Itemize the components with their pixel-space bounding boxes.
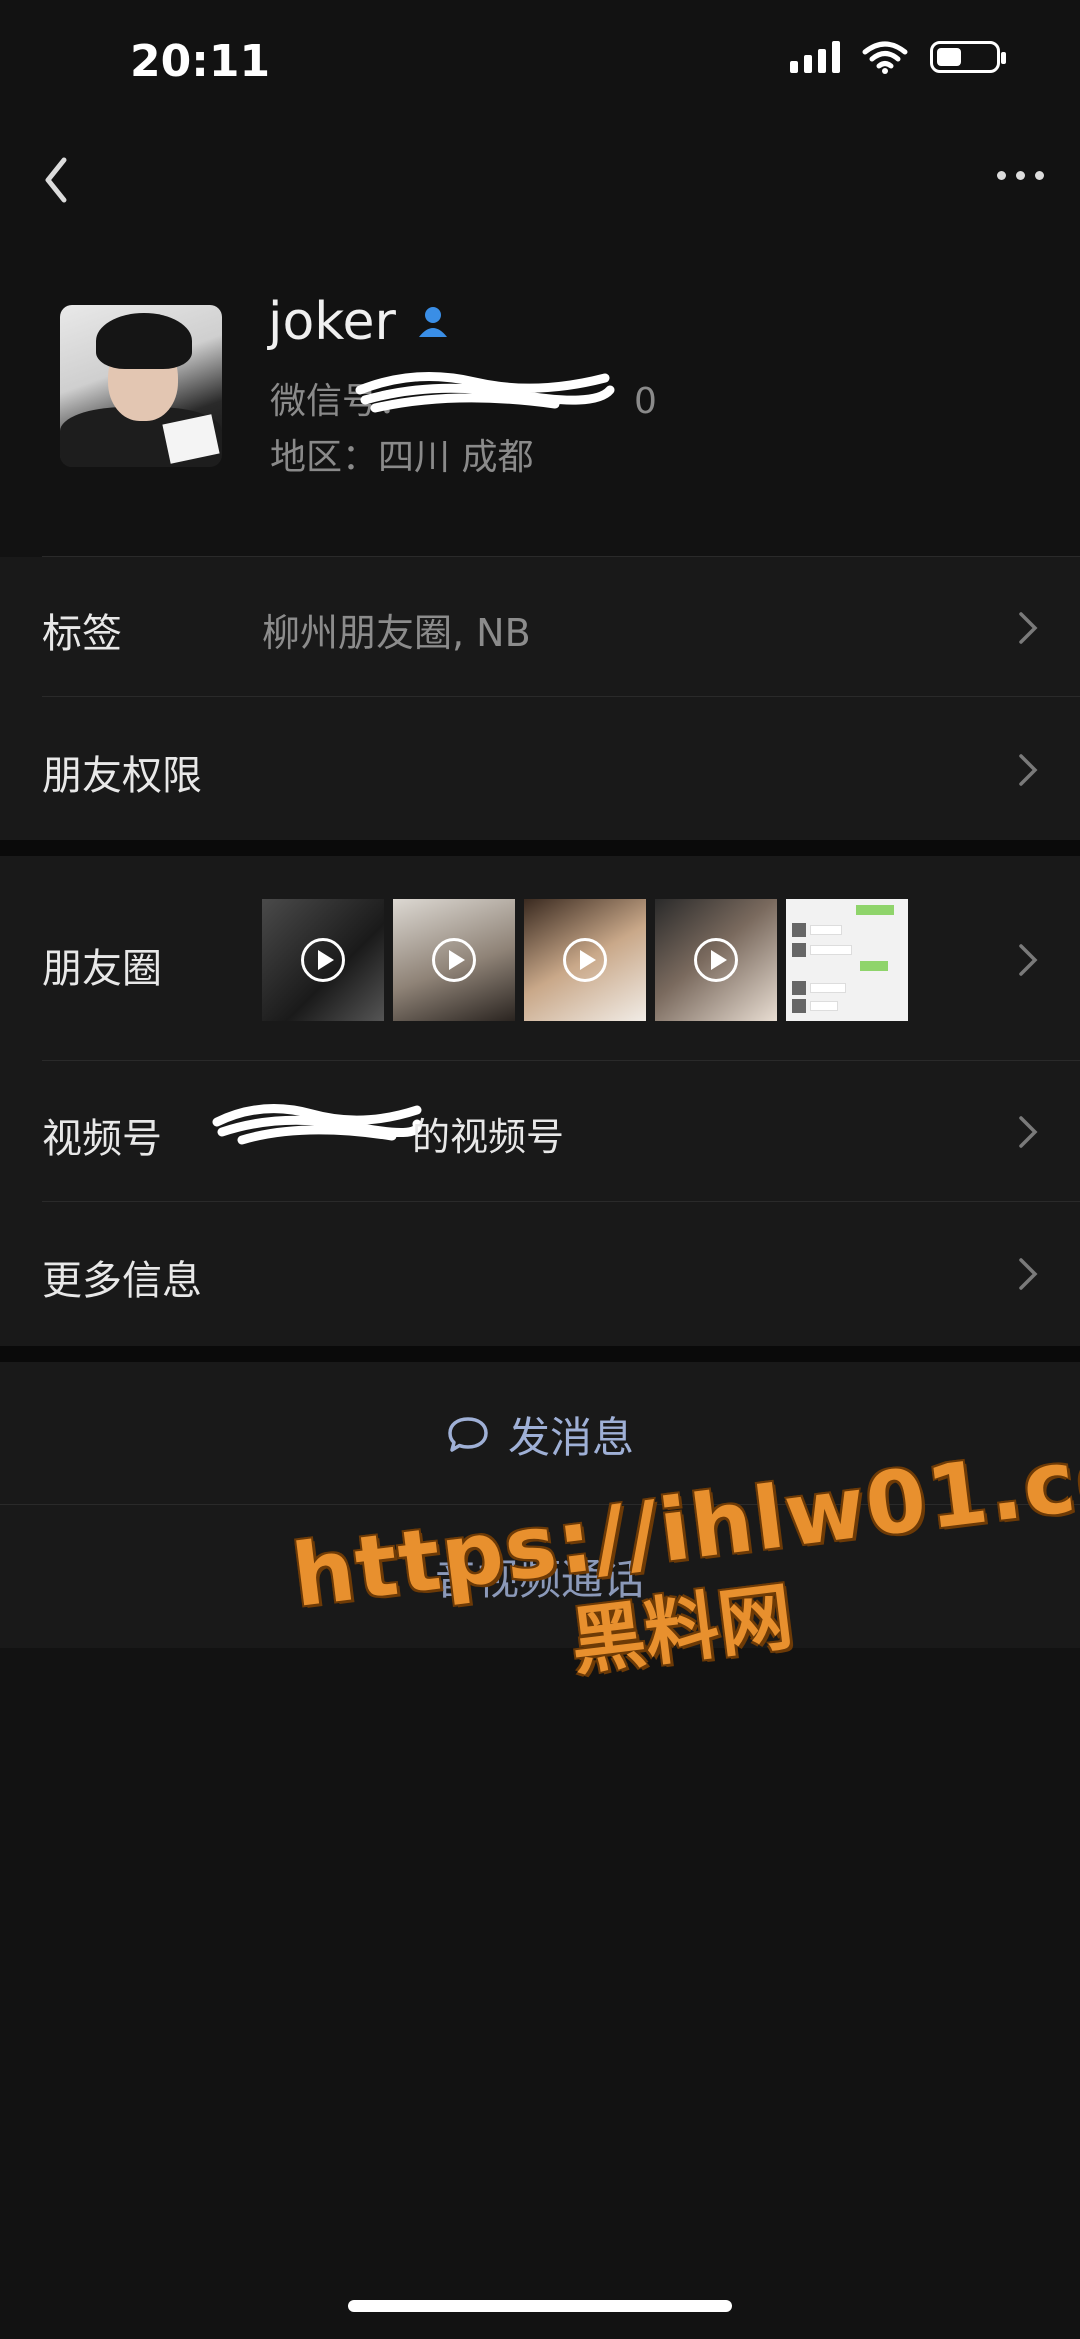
home-indicator[interactable] [348,2300,732,2312]
play-icon [301,938,345,982]
chevron-right-icon [1019,944,1038,976]
tags-label: 标签 [42,611,122,657]
moment-thumb [655,899,777,1021]
chevron-right-icon [1019,1258,1038,1290]
play-icon [694,938,738,982]
moment-thumb [524,899,646,1021]
profile-name-row: joker [268,292,452,352]
channels-label: 视频号 [42,1116,162,1162]
chevron-right-icon [1019,612,1038,644]
play-icon [432,938,476,982]
tags-value: 柳州朋友圈, NB [262,611,531,655]
more-info-label: 更多信息 [42,1258,202,1304]
send-message-label: 发消息 [507,1413,634,1462]
redaction-scribble [212,1104,422,1145]
back-icon[interactable] [34,150,94,210]
signal-icon [790,41,840,73]
section-gap [0,1346,1080,1362]
channels-value: 的视频号 [412,1115,565,1159]
play-icon [563,938,607,982]
moment-thumb [393,899,515,1021]
chat-bubble-icon [448,1416,488,1452]
tags-row[interactable] [0,558,1080,696]
permissions-label: 朋友权限 [42,753,202,799]
chevron-right-icon [1019,1116,1038,1148]
redaction-scribble [355,372,615,413]
status-icons [790,40,1006,74]
profile-name: joker [268,292,396,352]
wifi-icon [862,41,908,74]
more-icon[interactable] [990,150,1050,200]
battery-icon [930,41,1006,73]
person-icon [418,307,447,337]
section-gap [0,840,1080,856]
moment-thumb [262,899,384,1021]
moments-label: 朋友圈 [42,946,162,992]
avatar[interactable] [60,305,222,467]
moment-thumb-chat [786,899,908,1021]
region: 地区：四川 成都 [270,437,534,478]
status-time: 20:11 [130,36,271,87]
chevron-right-icon [1019,754,1038,786]
